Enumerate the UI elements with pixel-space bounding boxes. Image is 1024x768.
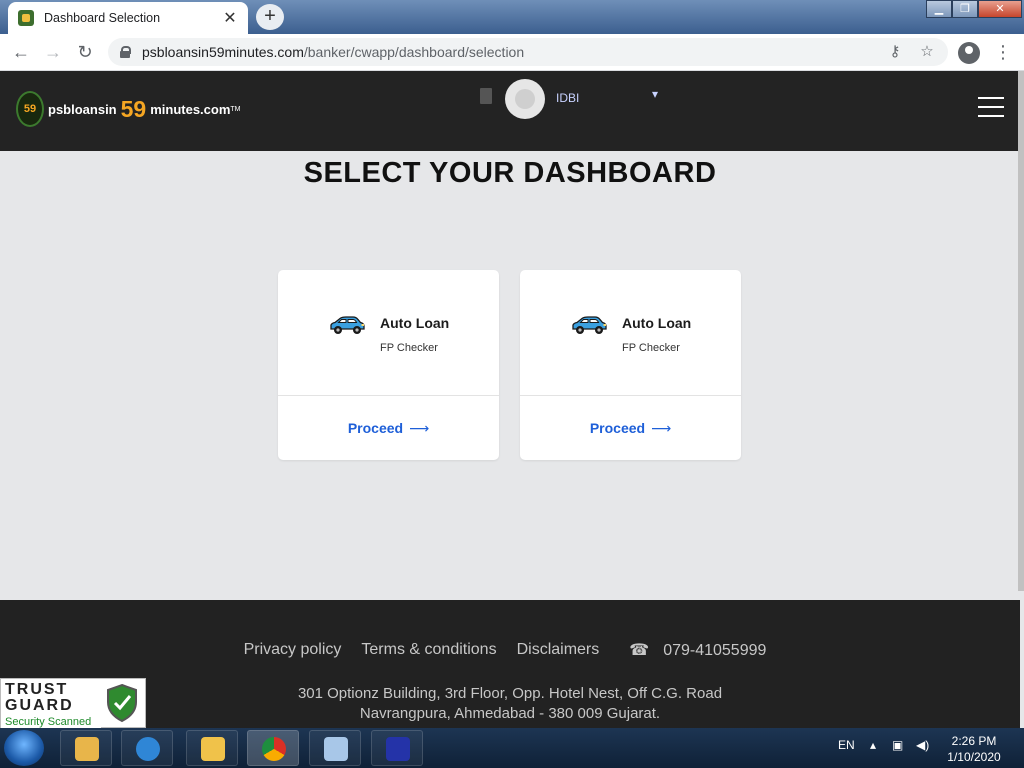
calculator-icon (324, 737, 348, 761)
privacy-policy-link[interactable]: Privacy policy (244, 641, 342, 659)
footer-address: 301 Optionz Building, 3rd Floor, Opp. Ho… (0, 684, 1020, 724)
lock-icon (120, 46, 131, 58)
language-indicator[interactable]: EN (838, 738, 855, 752)
browser-tab[interactable]: Dashboard Selection ✕ (8, 2, 248, 34)
bank-avatar[interactable] (505, 79, 545, 119)
minimize-icon[interactable]: ▁ (926, 0, 952, 18)
folder-icon (201, 737, 225, 761)
reload-icon[interactable]: ↻ (74, 41, 96, 63)
logo-text-59: 59 (120, 95, 147, 122)
bank-name[interactable]: IDBI (556, 91, 579, 105)
windows-taskbar: EN ▴ ▣ ◀) 2:26 PM 1/10/2020 (0, 728, 1024, 768)
speaker-icon[interactable]: ◀) (916, 738, 929, 752)
taskbar-outlook-button[interactable] (60, 730, 112, 766)
close-tab-icon[interactable]: ✕ (222, 8, 238, 28)
taskbar-calculator-button[interactable] (309, 730, 361, 766)
chrome-icon (262, 737, 286, 761)
forward-arrow-icon[interactable]: → (42, 41, 64, 63)
site-footer: Privacy policy Terms & conditions Discla… (0, 600, 1020, 728)
trust-guard-badge[interactable]: TRUST GUARD Security Scanned (0, 678, 146, 729)
url-path: /banker/cwapp/dashboard/selection (303, 44, 525, 60)
page-scrollbar[interactable] (1018, 71, 1024, 591)
url-text[interactable]: psbloansin59minutes.com/banker/cwapp/das… (142, 44, 872, 60)
hamburger-line (978, 115, 1004, 117)
logo-badge-icon: 59 (16, 91, 44, 127)
maximize-icon[interactable]: ❐ (952, 0, 978, 18)
dashboard-card[interactable]: Auto Loan FP Checker Proceed ⟶ (278, 270, 499, 460)
disclaimers-link[interactable]: Disclaimers (517, 641, 600, 659)
window-controls: ▁ ❐ ✕ (926, 0, 1022, 18)
phone-contact[interactable]: ☎ 079-41055999 (619, 640, 776, 660)
new-tab-button[interactable]: + (256, 4, 284, 30)
arrow-right-icon: ⟶ (409, 420, 430, 436)
site-favicon-icon (18, 10, 34, 26)
internet-explorer-icon (136, 737, 160, 761)
card-title: Auto Loan (380, 315, 450, 331)
address-line-1: 301 Optionz Building, 3rd Floor, Opp. Ho… (297, 685, 723, 702)
taskbar-chrome-button[interactable] (247, 730, 299, 766)
mail-icon (75, 737, 99, 761)
site-header: 59 psbloansin 59 minutes.com TM IDBI ▾ (0, 71, 1020, 151)
menu-kebab-icon[interactable]: ⋮ (994, 40, 1012, 64)
car-icon (330, 316, 365, 334)
hamburger-line (978, 97, 1004, 99)
browser-toolbar: ← → ↻ psbloansin59minutes.com/banker/cwa… (0, 34, 1024, 71)
clock-time: 2:26 PM (951, 734, 997, 748)
taskbar-ie-button[interactable] (121, 730, 173, 766)
back-arrow-icon[interactable]: ← (10, 41, 32, 63)
hamburger-line (978, 106, 1004, 108)
address-bar[interactable]: psbloansin59minutes.com/banker/cwapp/das… (108, 38, 948, 66)
browser-titlebar: Dashboard Selection ✕ + ▁ ❐ ✕ (0, 0, 1024, 34)
taskbar-explorer-button[interactable] (186, 730, 238, 766)
proceed-label: Proceed (347, 420, 404, 436)
card-role: FP Checker (380, 342, 438, 354)
logo-trademark: TM (230, 105, 241, 113)
close-window-icon[interactable]: ✕ (978, 0, 1022, 18)
hamburger-menu-icon[interactable] (978, 97, 1004, 117)
arrow-right-icon: ⟶ (651, 420, 672, 436)
phone-icon: ☎ (629, 642, 650, 659)
phone-number: 079-41055999 (663, 642, 767, 659)
dashboard-card[interactable]: Auto Loan FP Checker Proceed ⟶ (520, 270, 741, 460)
app-iw-icon (386, 737, 410, 761)
card-body: Auto Loan FP Checker (520, 270, 741, 396)
key-icon[interactable]: ⚷ (886, 43, 904, 61)
car-icon (572, 316, 607, 334)
clock-date: 1/10/2020 (947, 750, 1001, 764)
trust-badge-line2: GUARD (5, 697, 74, 714)
chevron-down-icon[interactable]: ▾ (652, 87, 658, 101)
url-domain: psbloansin59minutes.com (142, 44, 304, 60)
start-button-icon[interactable] (4, 730, 44, 766)
proceed-button[interactable]: Proceed ⟶ (520, 420, 741, 437)
card-body: Auto Loan FP Checker (278, 270, 499, 396)
trust-badge-line1: TRUST (5, 681, 69, 698)
bank-building-icon (480, 88, 492, 104)
taskbar-iw-button[interactable] (371, 730, 423, 766)
site-logo[interactable]: 59 psbloansin 59 minutes.com TM (16, 91, 241, 127)
show-hidden-icons-icon[interactable]: ▴ (870, 738, 876, 752)
tab-title: Dashboard Selection (44, 11, 161, 25)
proceed-button[interactable]: Proceed ⟶ (278, 420, 499, 437)
logo-text-part2: minutes.com (150, 101, 231, 117)
page-title: SELECT YOUR DASHBOARD (303, 157, 717, 189)
proceed-label: Proceed (589, 420, 646, 436)
footer-links: Privacy policy Terms & conditions Discla… (0, 640, 1020, 660)
profile-avatar-icon[interactable] (958, 42, 980, 64)
network-icon[interactable]: ▣ (892, 738, 903, 752)
address-line-2: Navrangpura, Ahmedabad - 380 009 Gujarat… (359, 705, 661, 722)
system-clock[interactable]: 2:26 PM 1/10/2020 (944, 733, 1004, 765)
logo-text-part1: psbloansin (48, 101, 117, 117)
shield-icon (107, 683, 137, 723)
trust-badge-line3: Security Scanned (1, 715, 101, 729)
card-title: Auto Loan (622, 315, 692, 331)
terms-link[interactable]: Terms & conditions (361, 641, 496, 659)
card-role: FP Checker (622, 342, 680, 354)
star-icon[interactable]: ☆ (918, 43, 936, 61)
